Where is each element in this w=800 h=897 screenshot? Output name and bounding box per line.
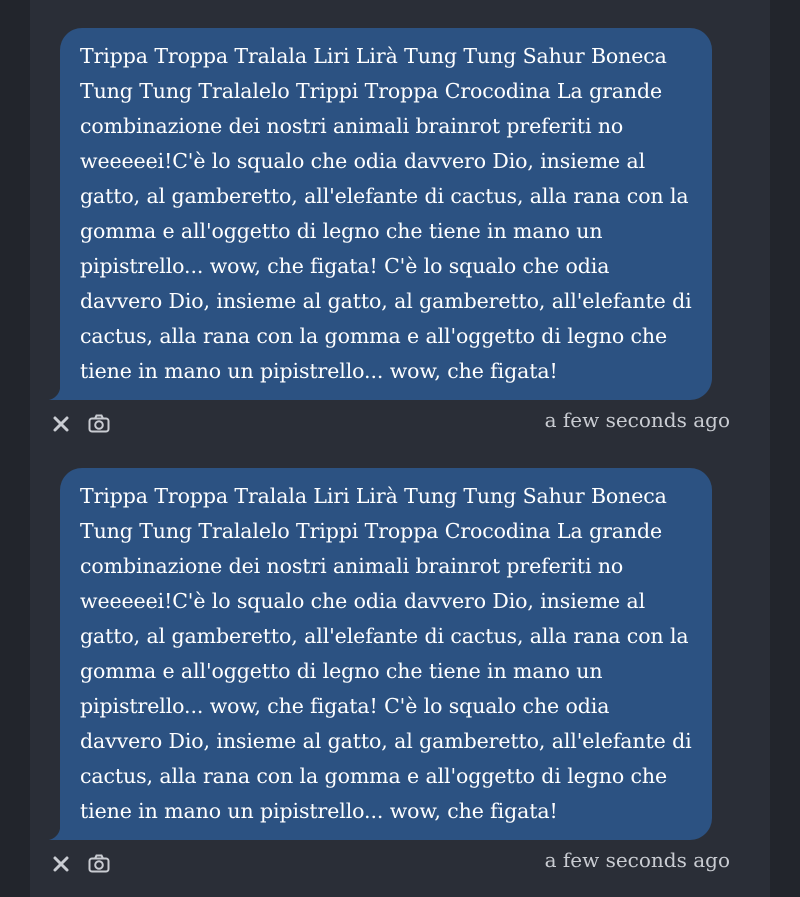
- message-item: Trippa Troppa Tralala Liri Lirà Tung Tun…: [46, 28, 730, 446]
- message-actions: a few seconds ago: [53, 840, 730, 886]
- message-item: Trippa Troppa Tralala Liri Lirà Tung Tun…: [46, 468, 730, 886]
- message-timestamp: a few seconds ago: [544, 408, 730, 432]
- camera-icon[interactable]: [88, 413, 110, 435]
- message-bubble: Trippa Troppa Tralala Liri Lirà Tung Tun…: [46, 28, 712, 400]
- message-timestamp: a few seconds ago: [544, 848, 730, 872]
- camera-icon[interactable]: [88, 853, 110, 875]
- close-icon[interactable]: [50, 853, 72, 875]
- message-actions: a few seconds ago: [53, 400, 730, 446]
- message-bubble: Trippa Troppa Tralala Liri Lirà Tung Tun…: [46, 468, 712, 840]
- chat-panel: Trippa Troppa Tralala Liri Lirà Tung Tun…: [30, 0, 770, 897]
- close-icon[interactable]: [50, 413, 72, 435]
